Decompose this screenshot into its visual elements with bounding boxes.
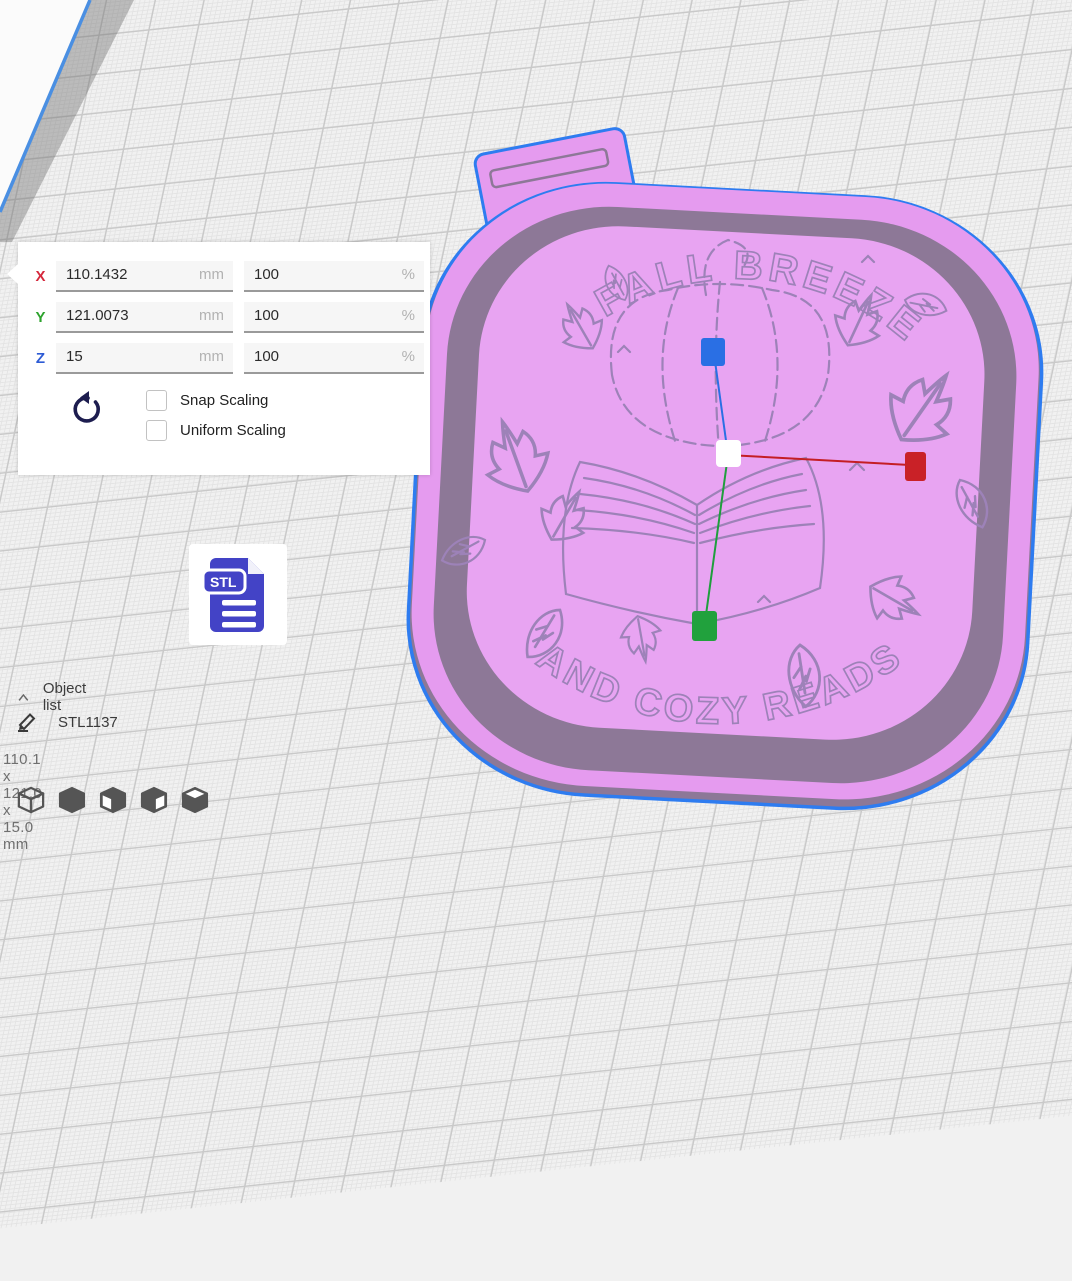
uniform-scaling-checkbox[interactable] (146, 420, 167, 441)
scale-z-mm-input[interactable] (56, 343, 233, 370)
scale-handle-z[interactable] (701, 338, 725, 366)
scale-row-x: X mm % (33, 261, 430, 292)
view-toolbar (16, 786, 210, 814)
scale-y-mm-field[interactable]: mm (56, 302, 233, 333)
scale-row-y: Y mm % (33, 302, 430, 333)
scale-handle-y[interactable] (692, 611, 717, 641)
scale-y-mm-input[interactable] (56, 302, 233, 329)
axis-label-y: Y (33, 309, 48, 326)
object-list-header: Object list (43, 680, 91, 714)
object-list-item[interactable]: STL1137 (16, 712, 118, 732)
view-cube-wireframe-icon[interactable] (16, 786, 46, 814)
stl-file-card[interactable]: STL (189, 544, 287, 645)
scale-z-mm-field[interactable]: mm (56, 343, 233, 374)
scale-x-percent-input[interactable] (244, 261, 424, 288)
view-cube-front-icon[interactable] (98, 786, 128, 814)
object-list-toggle[interactable]: Object list (18, 680, 90, 714)
object-name: STL1137 (58, 714, 118, 731)
scale-handle-x[interactable] (905, 452, 926, 481)
snap-scaling-checkbox[interactable] (146, 390, 167, 411)
chevron-up-icon (18, 692, 29, 703)
snap-scaling-row: Snap Scaling (146, 390, 286, 411)
reset-rotate-icon (65, 390, 103, 430)
scale-tool-panel: X mm % Y mm % Z mm % (18, 242, 430, 475)
uniform-scaling-label: Uniform Scaling (180, 422, 286, 439)
uniform-scaling-row: Uniform Scaling (146, 420, 286, 441)
snap-scaling-label: Snap Scaling (180, 392, 268, 409)
reset-scale-button[interactable] (65, 390, 103, 430)
scale-x-mm-field[interactable]: mm (56, 261, 233, 292)
stl-file-icon: STL (202, 556, 274, 634)
view-cube-top-icon[interactable] (180, 786, 210, 814)
scale-z-percent-field[interactable]: % (244, 343, 424, 374)
scale-x-mm-input[interactable] (56, 261, 233, 288)
stl-badge-text: STL (210, 574, 237, 590)
scale-y-percent-field[interactable]: % (244, 302, 424, 333)
view-cube-solid-icon[interactable] (57, 786, 87, 814)
axis-label-z: Z (33, 350, 48, 367)
scale-handle-center[interactable] (716, 440, 741, 467)
scale-z-percent-input[interactable] (244, 343, 424, 370)
scale-row-z: Z mm % (33, 343, 430, 374)
scale-x-percent-field[interactable]: % (244, 261, 424, 292)
edit-pencil-icon (16, 712, 38, 732)
axis-label-x: X (33, 268, 48, 285)
scale-y-percent-input[interactable] (244, 302, 424, 329)
view-cube-side-icon[interactable] (139, 786, 169, 814)
